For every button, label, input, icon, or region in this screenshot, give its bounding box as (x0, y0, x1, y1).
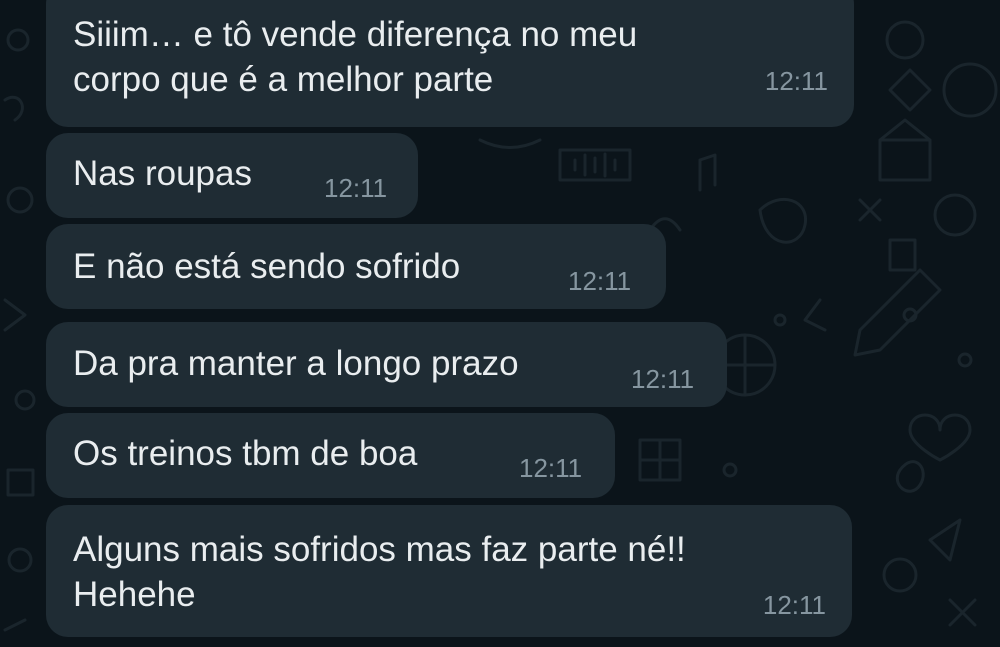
message-timestamp: 12:11 (324, 173, 388, 203)
message-timestamp: 12:11 (568, 266, 632, 296)
message-text: Siiim… e tô vende diferença no meu corpo… (73, 15, 638, 99)
message-text: Da pra manter a longo prazo (73, 344, 519, 383)
message-text: Nas roupas (73, 154, 252, 193)
message-bubble[interactable]: Alguns mais sofridos mas faz parte né!! … (46, 505, 852, 637)
message-bubble[interactable]: Da pra manter a longo prazo 12:11 (46, 322, 727, 407)
message-text: Alguns mais sofridos mas faz parte né!! … (73, 530, 686, 614)
message-timestamp: 12:11 (762, 590, 826, 620)
message-bubble[interactable]: Os treinos tbm de boa 12:11 (46, 413, 615, 498)
message-text: E não está sendo sofrido (73, 247, 461, 286)
message-timestamp: 12:11 (631, 364, 695, 394)
message-timestamp: 12:11 (519, 453, 583, 483)
message-text: Os treinos tbm de boa (73, 434, 418, 473)
message-timestamp: 12:11 (764, 66, 828, 96)
message-bubble[interactable]: Siiim… e tô vende diferença no meu corpo… (46, 0, 854, 127)
message-bubble[interactable]: E não está sendo sofrido 12:11 (46, 224, 666, 309)
message-bubble[interactable]: Nas roupas 12:11 (46, 133, 418, 218)
message-list[interactable]: Siiim… e tô vende diferença no meu corpo… (0, 0, 1000, 647)
